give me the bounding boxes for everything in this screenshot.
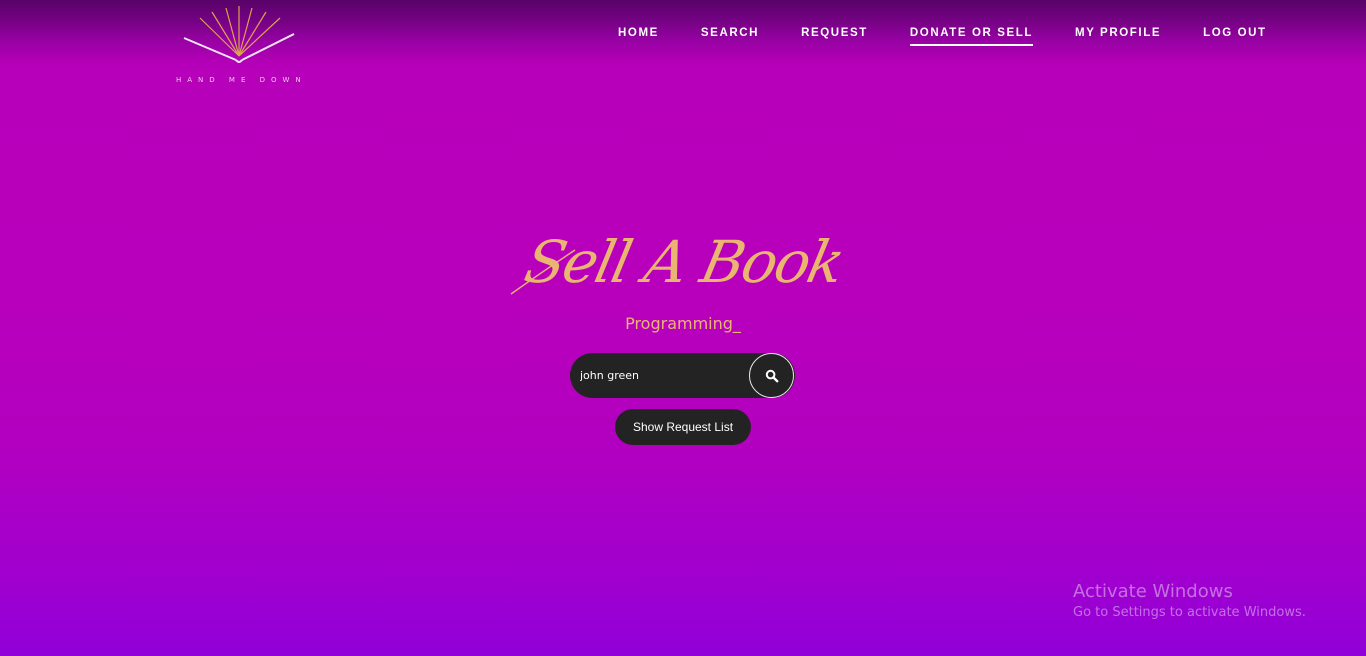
search-input[interactable] [580, 365, 740, 385]
page-title-text: Sell A Book [519, 229, 849, 296]
nav-donate-or-sell[interactable]: DONATE OR SELL [909, 26, 1034, 46]
nav-my-profile[interactable]: MY PROFILE [1075, 26, 1161, 46]
nav-home[interactable]: HOME [618, 26, 659, 46]
show-request-list-button[interactable]: Show Request List [615, 409, 751, 445]
watermark-subtitle: Go to Settings to activate Windows. [1073, 605, 1306, 620]
brand-logo[interactable]: HAND ME DOWN [176, 6, 306, 90]
search-button[interactable] [749, 353, 794, 398]
open-book-sunburst-icon [183, 6, 295, 63]
windows-activation-watermark: Activate Windows Go to Settings to activ… [1073, 581, 1306, 623]
nav-log-out[interactable]: LOG OUT [1203, 26, 1267, 46]
page-title: Sell A Book [505, 210, 861, 300]
search-bar [570, 353, 795, 398]
watermark-title: Activate Windows [1073, 581, 1233, 602]
main-nav: HOME SEARCH REQUEST DONATE OR SELL MY PR… [618, 26, 1267, 46]
brand-name: HAND ME DOWN [176, 76, 307, 84]
nav-request[interactable]: REQUEST [801, 26, 868, 46]
page-subtitle: Programming_ [625, 314, 741, 333]
nav-search[interactable]: SEARCH [701, 26, 759, 46]
search-icon [765, 369, 778, 382]
